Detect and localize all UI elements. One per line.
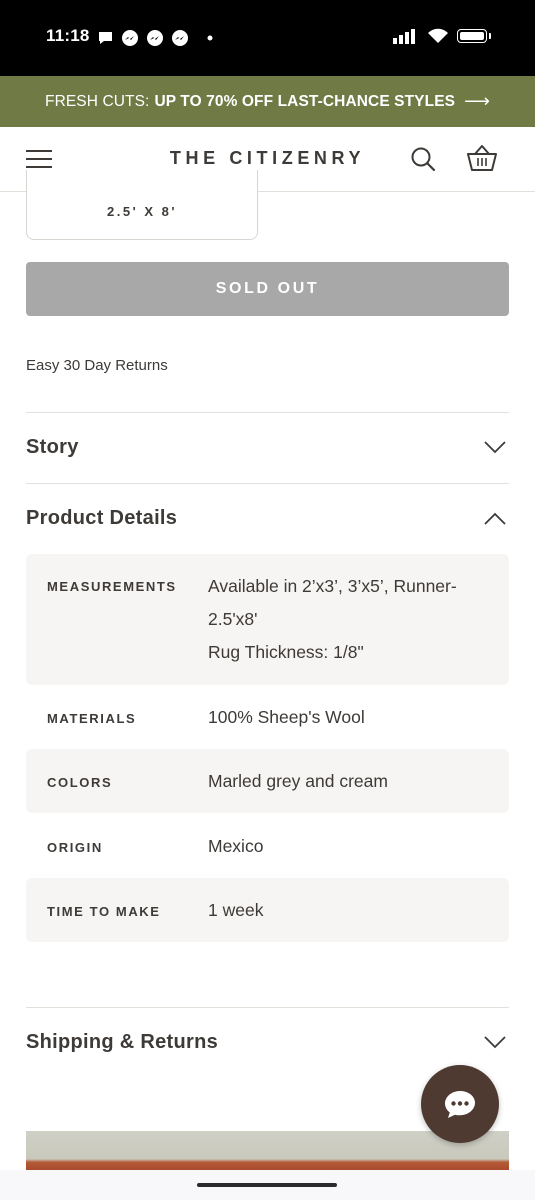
spec-value: Available in 2’x3’, 3’x5’, Runner- 2.5'x… xyxy=(208,570,498,669)
spec-value: 1 week xyxy=(208,900,264,920)
status-time: 11:18 xyxy=(46,26,90,45)
chat-bubble-icon xyxy=(99,32,112,44)
chevron-up-icon[interactable] xyxy=(483,512,507,526)
chat-ellipsis-icon xyxy=(445,1091,475,1118)
battery-icon xyxy=(457,29,487,43)
chat-button[interactable] xyxy=(421,1065,499,1143)
spec-row-origin: ORIGIN Mexico xyxy=(26,814,509,877)
spec-value-line: 2.5'x8' xyxy=(208,609,258,629)
status-bar: 11:18 xyxy=(0,0,535,76)
spec-value-line: Rug Thickness: 1/8" xyxy=(208,642,364,662)
chevron-down-icon[interactable] xyxy=(483,440,507,454)
size-option-runner[interactable]: 2.5' X 8' xyxy=(26,170,258,240)
messenger-icon xyxy=(122,30,138,46)
accordion-title-story: Story xyxy=(26,436,79,458)
bottom-bar xyxy=(0,1170,535,1200)
spec-label: MATERIALS xyxy=(47,711,137,726)
accordion-title-shipping-returns: Shipping & Returns xyxy=(26,1031,219,1053)
search-icon[interactable] xyxy=(410,146,436,172)
messenger-icon xyxy=(172,30,188,46)
accordion-title-product-details: Product Details xyxy=(26,507,178,529)
notification-icons xyxy=(97,29,216,47)
spec-label: ORIGIN xyxy=(47,840,103,855)
battery-tip xyxy=(489,33,491,39)
spec-label: COLORS xyxy=(47,775,113,790)
brand-logo[interactable]: THE CITIZENRY xyxy=(0,148,535,169)
chevron-down-icon[interactable] xyxy=(483,1035,507,1049)
divider xyxy=(26,483,509,484)
basket-icon[interactable] xyxy=(466,143,498,173)
divider xyxy=(26,412,509,413)
arrow-right-icon: ⟶ xyxy=(464,91,490,111)
spec-label: MEASUREMENTS xyxy=(47,579,177,594)
dot-icon xyxy=(207,35,213,41)
product-image xyxy=(26,1131,509,1171)
promo-prefix: FRESH CUTS: xyxy=(45,92,150,110)
size-option-label: 2.5' X 8' xyxy=(107,204,177,219)
returns-note: Easy 30 Day Returns xyxy=(26,357,168,374)
wifi-icon xyxy=(428,28,448,43)
spec-value: Mexico xyxy=(208,836,264,856)
home-indicator[interactable] xyxy=(197,1183,337,1187)
spec-value: 100% Sheep's Wool xyxy=(208,707,365,727)
spec-value: Marled grey and cream xyxy=(208,771,388,791)
spec-value-line: Available in 2’x3’, 3’x5’, Runner- xyxy=(208,576,457,596)
promo-highlight: UP TO 70% OFF LAST-CHANCE STYLES xyxy=(154,92,456,110)
messenger-icon xyxy=(147,30,163,46)
spec-label: TIME TO MAKE xyxy=(47,904,161,919)
status-right-icons xyxy=(393,28,491,44)
spec-row-colors: COLORS Marled grey and cream xyxy=(26,749,509,813)
sold-out-button[interactable]: SOLD OUT xyxy=(26,262,509,316)
spec-row-measurements: MEASUREMENTS Available in 2’x3’, 3’x5’, … xyxy=(26,554,509,685)
promo-banner[interactable]: FRESH CUTS: UP TO 70% OFF LAST-CHANCE ST… xyxy=(0,76,535,127)
spec-row-materials: MATERIALS 100% Sheep's Wool xyxy=(26,686,509,748)
spec-row-time-to-make: TIME TO MAKE 1 week xyxy=(26,878,509,942)
signal-icon xyxy=(393,29,415,44)
divider xyxy=(26,1007,509,1008)
